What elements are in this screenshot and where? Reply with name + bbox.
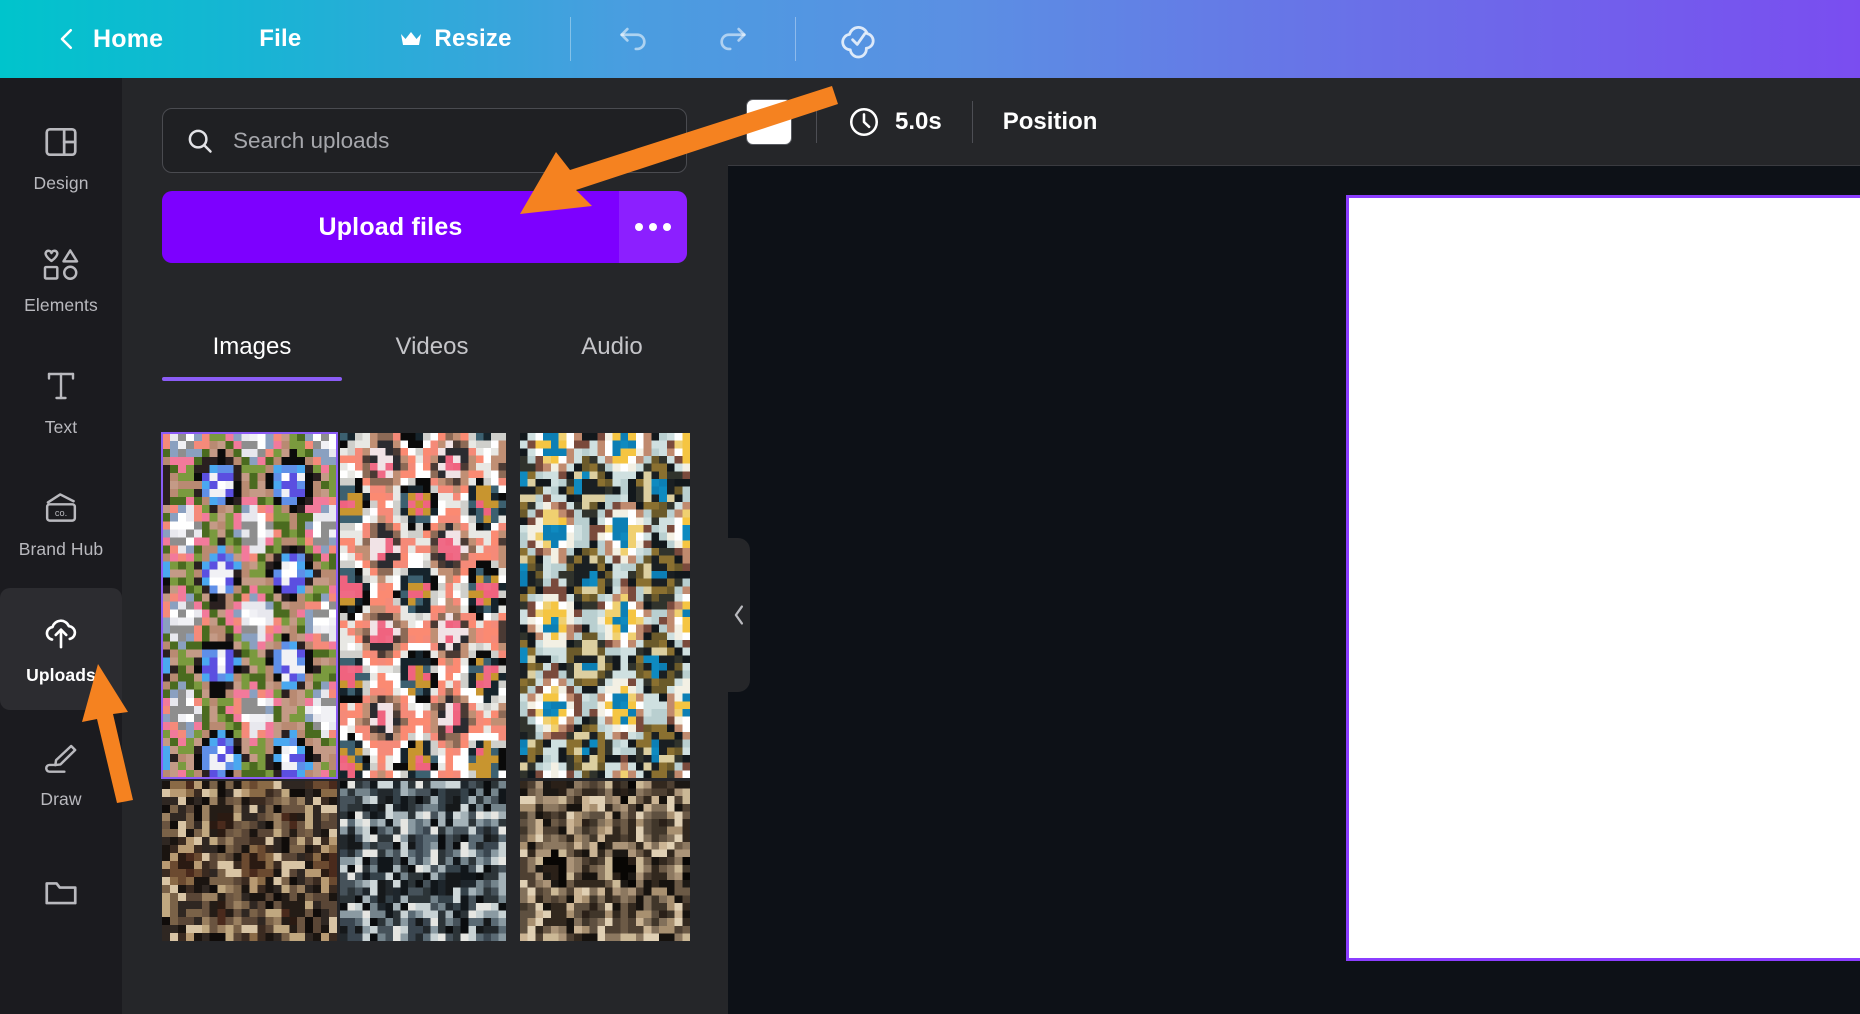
duration-label: 5.0s <box>895 107 942 135</box>
sidebar-item-text[interactable]: Text <box>0 340 122 462</box>
sidebar-item-projects[interactable] <box>0 836 122 958</box>
panel-collapse-button[interactable] <box>728 538 750 692</box>
position-label: Position <box>1002 107 1098 135</box>
search-uploads-field[interactable] <box>162 108 687 173</box>
canvas-toolbar-divider-1 <box>816 100 817 143</box>
resize-label: Resize <box>434 25 512 52</box>
crown-icon <box>401 32 422 45</box>
upload-files-button[interactable]: Upload files <box>162 191 619 263</box>
canvas-toolbar-divider-2 <box>971 100 973 143</box>
top-toolbar: Home File Resize <box>0 0 1860 78</box>
undo-button[interactable] <box>603 11 663 67</box>
position-button[interactable]: Position <box>997 108 1104 136</box>
left-sidebar-rail: Design Elements Text co. Brand Hub Uploa… <box>0 78 122 1014</box>
uploads-thumbnail[interactable] <box>520 433 690 778</box>
resize-menu[interactable]: Resize <box>381 0 529 78</box>
shapes-icon <box>40 243 82 285</box>
sidebar-label-draw: Draw <box>40 788 82 809</box>
layout-icon <box>40 121 82 163</box>
search-icon <box>188 129 212 153</box>
clock-icon <box>849 107 879 136</box>
sidebar-item-brand-hub[interactable]: co. Brand Hub <box>0 462 122 584</box>
upload-files-label: Upload files <box>318 212 463 241</box>
ellipsis-icon <box>635 223 671 231</box>
cloud-upload-icon <box>40 613 82 655</box>
uploads-panel: Upload files Images Videos Audio <box>122 78 728 1014</box>
save-status-button[interactable] <box>828 11 888 67</box>
sidebar-label-elements: Elements <box>24 294 98 315</box>
uploads-thumbnail[interactable] <box>161 432 338 779</box>
brand-co-icon: co. <box>40 487 82 529</box>
sidebar-item-design[interactable]: Design <box>0 96 122 218</box>
color-swatch-button[interactable] <box>746 98 792 145</box>
search-input[interactable] <box>233 127 653 154</box>
canvas-toolbar: 5.0s Position <box>728 78 1860 166</box>
uploads-thumbnail[interactable] <box>340 433 506 778</box>
sidebar-item-uploads[interactable]: Uploads <box>0 588 122 710</box>
svg-text:co.: co. <box>55 508 67 518</box>
thumbnail-image <box>520 781 690 941</box>
pen-draw-icon <box>40 737 82 779</box>
sidebar-item-draw[interactable]: Draw <box>0 712 122 834</box>
canvas-page[interactable] <box>1346 195 1860 961</box>
uploads-thumbnail[interactable] <box>520 781 690 941</box>
duration-button[interactable]: 5.0s <box>841 105 948 139</box>
upload-more-button[interactable] <box>619 191 687 263</box>
redo-icon <box>720 27 746 51</box>
thumbnail-image <box>520 433 690 778</box>
undo-icon <box>619 27 646 51</box>
sidebar-label-brand-hub: Brand Hub <box>18 538 104 559</box>
folder-icon <box>40 871 82 913</box>
chevron-left-icon <box>734 605 743 625</box>
file-label: File <box>259 25 302 52</box>
thumbnail-image <box>340 433 506 778</box>
sidebar-label-text: Text <box>44 416 78 437</box>
uploads-thumbnail-grid <box>161 353 692 1003</box>
redo-button[interactable] <box>703 11 763 67</box>
canva-editor-window: Home File Resize Design Elements Text co… <box>0 0 1860 1014</box>
uploads-thumbnail[interactable] <box>162 781 337 941</box>
uploads-thumbnail[interactable] <box>340 781 506 941</box>
sidebar-label-uploads: Uploads <box>26 664 96 685</box>
file-menu[interactable]: File <box>241 0 319 78</box>
chevron-left-icon <box>60 28 73 50</box>
thumbnail-image <box>162 781 337 941</box>
home-label: Home <box>93 24 164 53</box>
design-canvas[interactable] <box>728 166 1860 1014</box>
sidebar-item-elements[interactable]: Elements <box>0 218 122 340</box>
toolbar-divider-1 <box>569 17 571 61</box>
sidebar-label-design: Design <box>33 172 89 193</box>
cloud-check-icon <box>841 26 875 59</box>
back-button[interactable]: Home <box>34 0 181 78</box>
text-t-icon <box>40 365 82 407</box>
thumbnail-image <box>340 781 506 941</box>
toolbar-divider-2 <box>794 17 796 61</box>
thumbnail-image <box>162 433 337 778</box>
upload-files-row: Upload files <box>162 191 687 263</box>
